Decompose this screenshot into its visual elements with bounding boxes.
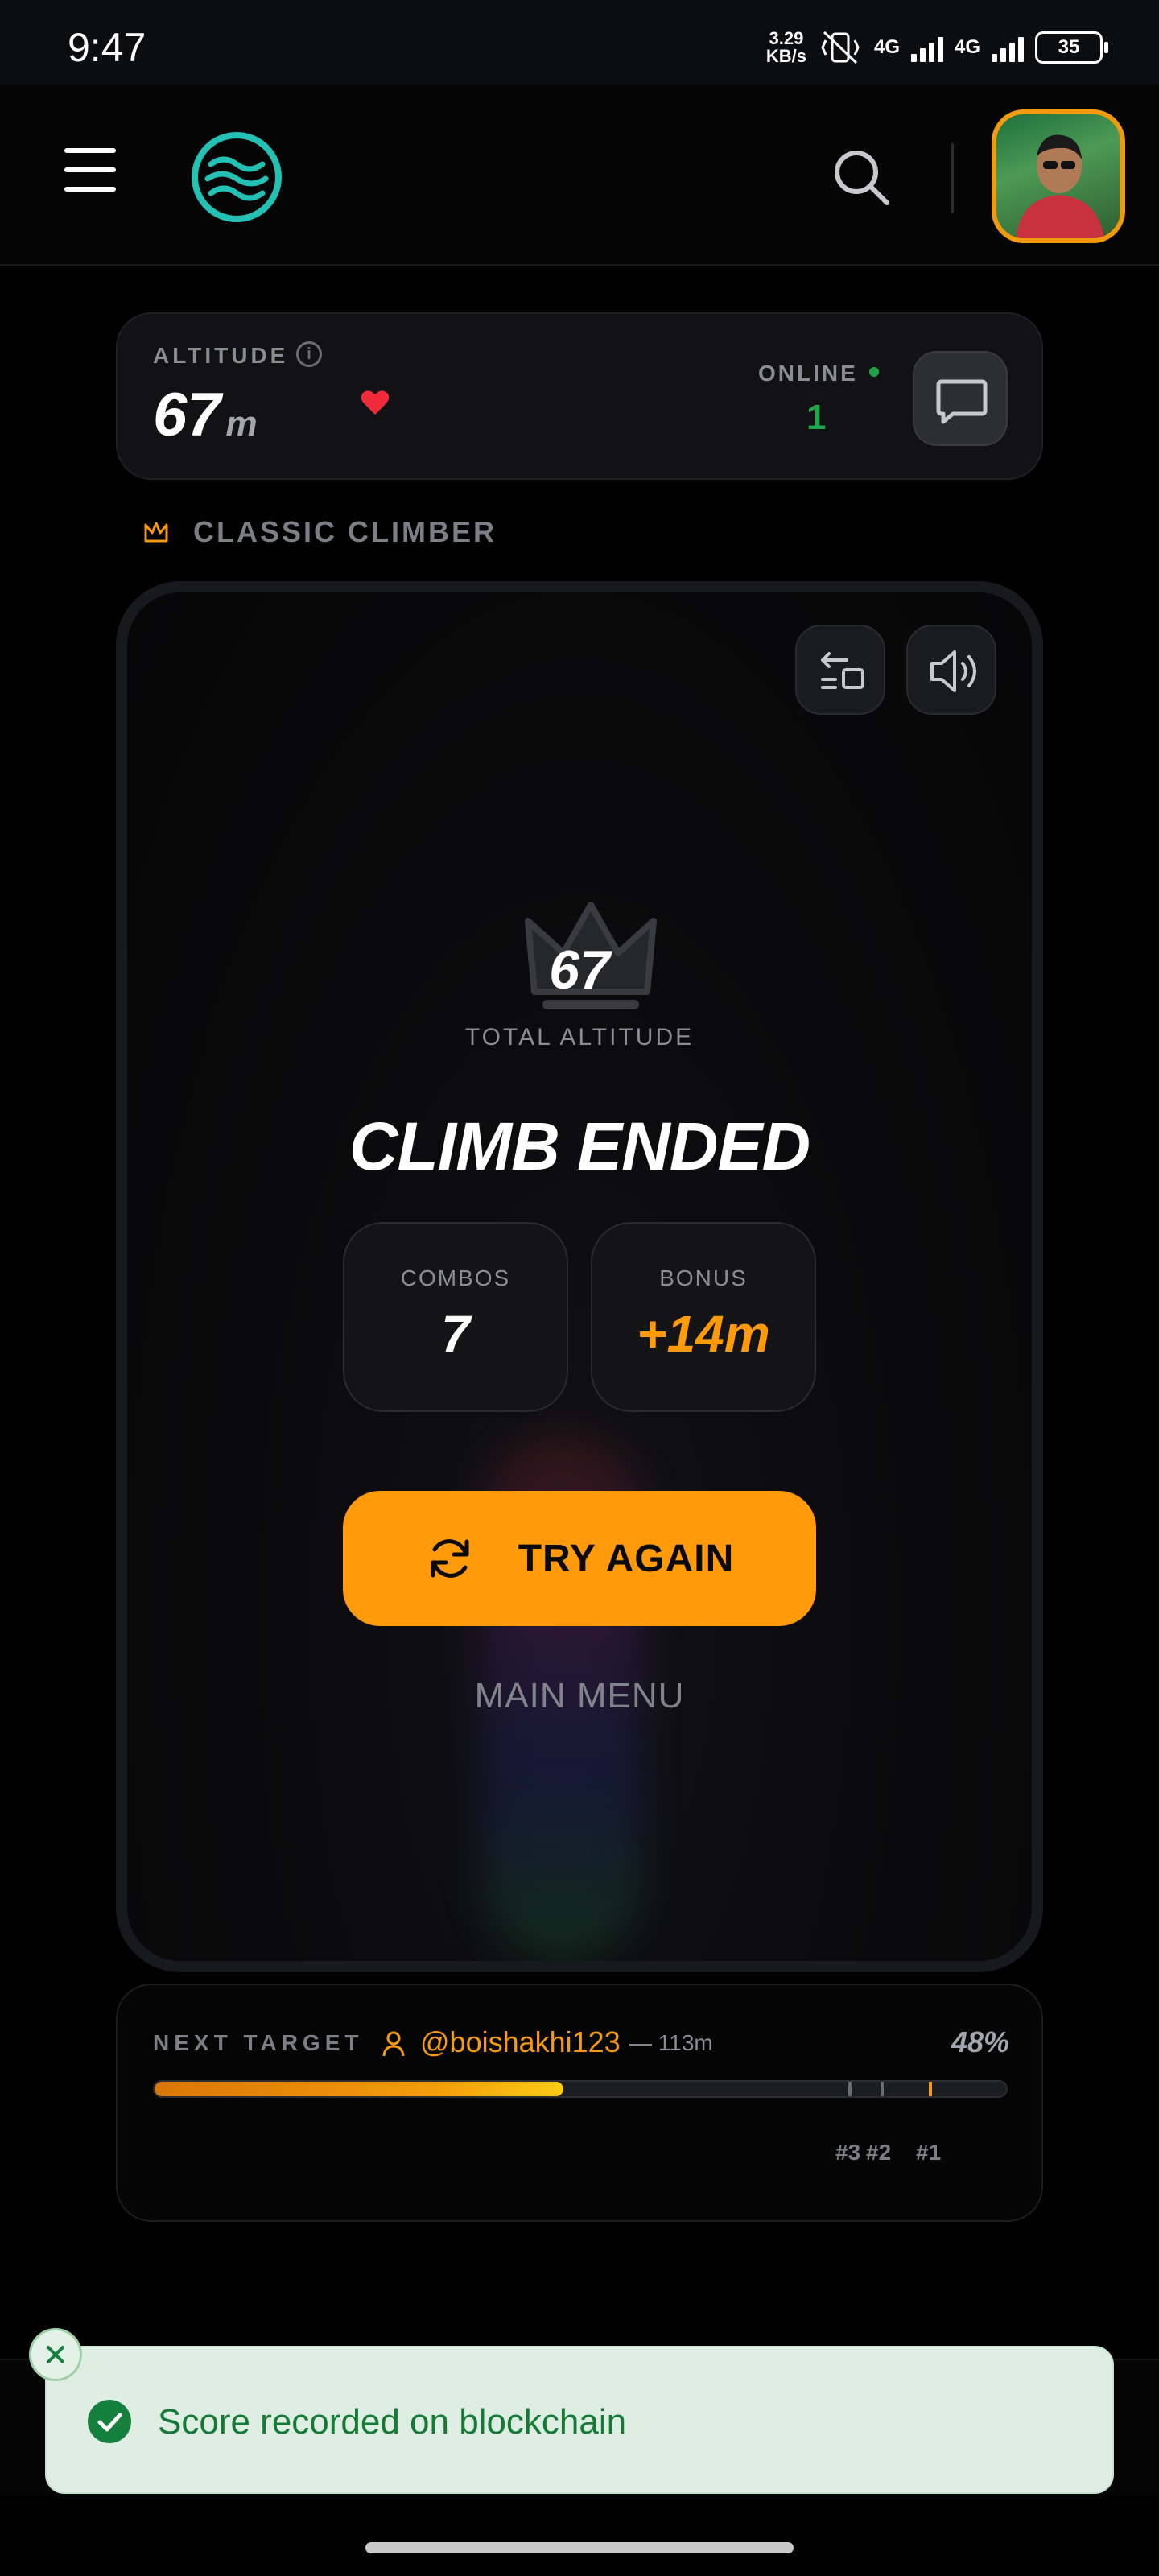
total-altitude-label: TOTAL ALTITUDE bbox=[464, 1024, 695, 1051]
combos-value: 7 bbox=[441, 1305, 470, 1363]
check-circle-icon bbox=[88, 2400, 131, 2443]
mute-vibrate-icon bbox=[821, 31, 860, 64]
combos-label: COMBOS bbox=[400, 1265, 511, 1290]
header-divider bbox=[951, 143, 954, 213]
target-distance: — 113m bbox=[629, 2030, 713, 2055]
refresh-icon bbox=[431, 1539, 469, 1578]
game-panel: 67 TOTAL ALTITUDE CLIMB ENDED COMBOS 7 B… bbox=[116, 581, 1043, 1972]
next-target-label: NEXT TARGET bbox=[153, 2030, 364, 2055]
rank-marker-2 bbox=[881, 2082, 884, 2096]
toast-close-button[interactable] bbox=[29, 2328, 82, 2381]
network-type-2: 4G bbox=[954, 36, 980, 58]
sound-button[interactable] bbox=[906, 625, 996, 715]
total-altitude-value: 67 bbox=[549, 939, 610, 1001]
user-icon bbox=[382, 2031, 405, 2057]
target-username[interactable]: @boishakhi123 bbox=[420, 2025, 621, 2059]
game-mode-label: CLASSIC CLIMBER bbox=[193, 515, 497, 548]
target-progress-fill bbox=[155, 2082, 563, 2096]
rank-label-2: #2 bbox=[866, 2140, 892, 2165]
online-label: ONLINE bbox=[758, 361, 858, 386]
combos-stat: COMBOS 7 bbox=[343, 1222, 568, 1412]
try-again-label: TRY AGAIN bbox=[518, 1537, 735, 1580]
hamburger-icon[interactable] bbox=[64, 148, 116, 193]
target-percent: 48% bbox=[951, 2025, 1009, 2058]
bonus-value: +14m bbox=[637, 1305, 770, 1363]
bonus-stat: BONUS +14m bbox=[591, 1222, 816, 1412]
swap-view-button[interactable] bbox=[795, 625, 885, 715]
avatar[interactable] bbox=[992, 109, 1125, 243]
info-icon[interactable]: i bbox=[296, 341, 322, 367]
online-count: 1 bbox=[806, 398, 827, 437]
speaker-icon bbox=[930, 650, 976, 692]
target-progress-bar bbox=[153, 2080, 1008, 2098]
try-again-button[interactable]: TRY AGAIN bbox=[343, 1491, 816, 1626]
status-bar: 9:47 3.29 KB/s 4G 4G 35 bbox=[0, 0, 1159, 85]
rank-marker-3 bbox=[848, 2082, 852, 2096]
game-over-title: CLIMB ENDED bbox=[349, 1108, 810, 1184]
network-speed-value: 3.29 bbox=[769, 28, 804, 48]
heart-icon bbox=[361, 390, 390, 415]
altitude-value: 67 m bbox=[153, 380, 258, 450]
rank-marker-1 bbox=[929, 2082, 932, 2096]
altitude-number: 67 bbox=[153, 381, 221, 449]
bonus-label: BONUS bbox=[659, 1265, 748, 1290]
wave-logo-icon[interactable] bbox=[190, 130, 283, 224]
chat-button[interactable] bbox=[913, 351, 1008, 446]
next-target-card: NEXT TARGET @boishakhi123 — 113m 48% #3 … bbox=[116, 1984, 1043, 2222]
status-indicators: 3.29 KB/s 4G 4G 35 bbox=[766, 29, 1108, 66]
close-icon bbox=[47, 2346, 64, 2363]
altitude-unit: m bbox=[225, 404, 258, 444]
main-menu-link[interactable]: MAIN MENU bbox=[127, 1676, 1032, 1716]
game-mode-row: CLASSIC CLIMBER bbox=[143, 515, 497, 549]
app-header bbox=[0, 85, 1159, 266]
altitude-card: ALTITUDE i 67 m ONLINE 1 bbox=[116, 312, 1043, 480]
battery-icon: 35 bbox=[1035, 31, 1108, 64]
signal-2-icon bbox=[992, 33, 1024, 62]
network-speed-unit: KB/s bbox=[765, 46, 806, 66]
chat-icon bbox=[936, 379, 988, 424]
crown-icon bbox=[144, 522, 168, 543]
rank-label-3: #3 bbox=[835, 2140, 861, 2165]
toast-message: Score recorded on blockchain bbox=[158, 2402, 627, 2442]
status-time: 9:47 bbox=[68, 25, 146, 70]
search-icon[interactable] bbox=[829, 145, 893, 209]
signal-1-icon bbox=[910, 33, 943, 62]
altitude-label: ALTITUDE bbox=[153, 343, 289, 368]
online-status-dot bbox=[869, 367, 879, 377]
toast-notification: Score recorded on blockchain bbox=[45, 2346, 1114, 2494]
network-type-1: 4G bbox=[873, 36, 900, 58]
avatar-photo bbox=[1016, 134, 1104, 238]
network-speed: 3.29 KB/s bbox=[766, 30, 806, 65]
rank-label-1: #1 bbox=[916, 2140, 942, 2165]
swap-view-icon bbox=[821, 652, 864, 689]
home-indicator[interactable] bbox=[365, 2542, 794, 2553]
